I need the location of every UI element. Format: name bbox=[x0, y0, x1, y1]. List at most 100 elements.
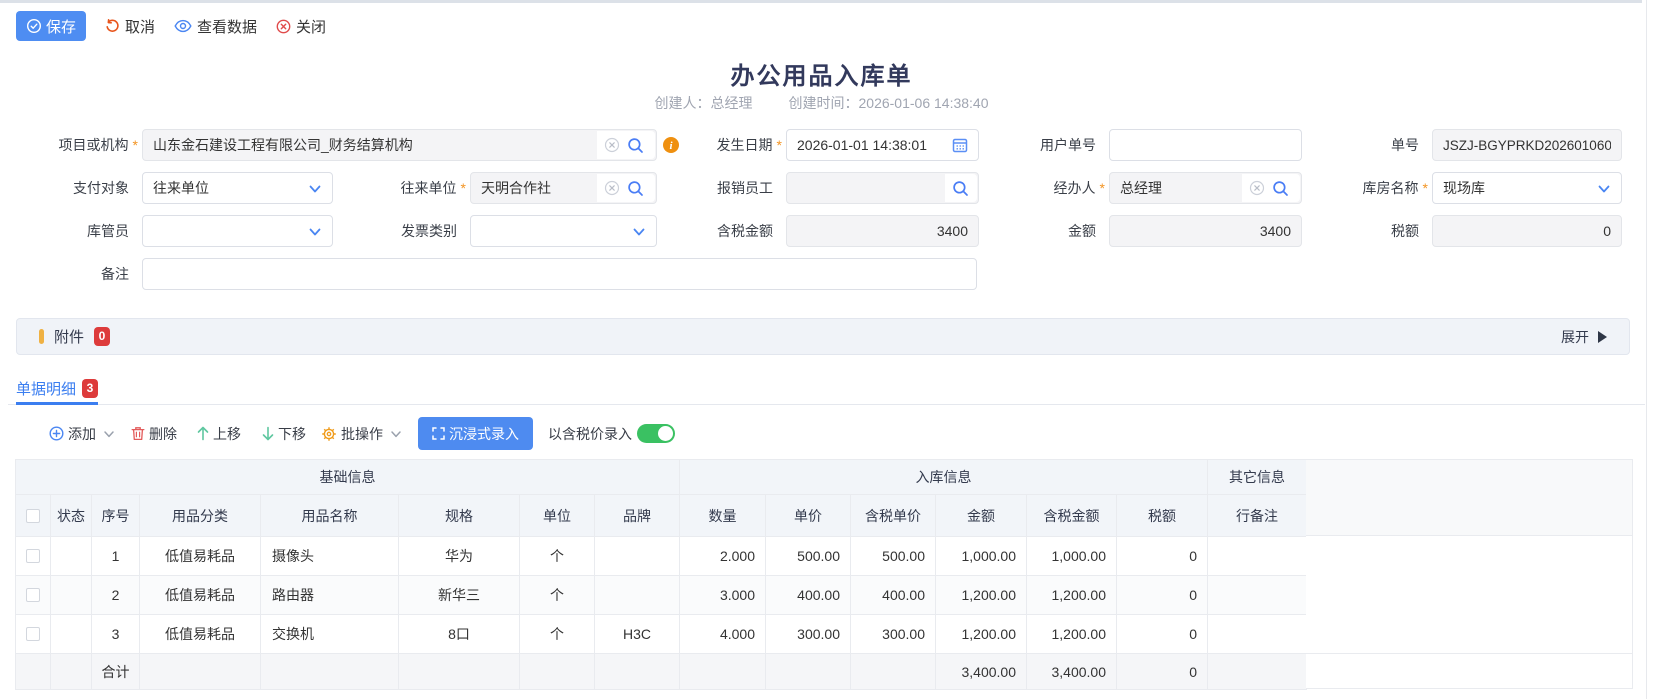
invoice-type-field: 发票类别 bbox=[470, 215, 657, 247]
col-brand: 品牌 bbox=[595, 495, 680, 537]
input-suffix bbox=[945, 174, 977, 202]
save-button[interactable]: 保存 bbox=[16, 11, 86, 41]
reimburser-input[interactable] bbox=[786, 172, 979, 204]
clear-icon[interactable] bbox=[1249, 180, 1265, 196]
cell-price: 400.00 bbox=[766, 576, 851, 615]
tab-detail[interactable]: 单据明细 3 bbox=[16, 375, 98, 405]
grid-toolbar: 添加 删除 上移 下移 批操作 bbox=[0, 417, 1640, 450]
invoice-type-label: 发票类别 bbox=[401, 215, 466, 247]
group-other-info: 其它信息 bbox=[1208, 460, 1307, 495]
occur-date-input[interactable]: 2026-01-01 14:38:01 bbox=[786, 129, 979, 161]
keeper-label: 库管员 bbox=[87, 215, 138, 247]
cell-status bbox=[51, 615, 92, 654]
tax-input: 0 bbox=[1432, 215, 1622, 247]
cell-tax: 0 bbox=[1117, 615, 1208, 654]
view-data-button[interactable]: 查看数据 bbox=[174, 16, 257, 37]
move-down-button-label: 下移 bbox=[278, 424, 306, 444]
table-header-filler bbox=[1306, 459, 1633, 536]
batch-operation-button-label: 批操作 bbox=[341, 424, 383, 444]
clear-icon[interactable] bbox=[604, 137, 620, 153]
move-down-button[interactable]: 下移 bbox=[262, 424, 306, 444]
col-status: 状态 bbox=[51, 495, 92, 537]
counterparty-input[interactable]: 天明合作社 bbox=[470, 172, 657, 204]
warehouse-field: 库房名称* 现场库 bbox=[1432, 172, 1622, 204]
required-star: * bbox=[461, 180, 466, 196]
cell-status bbox=[51, 576, 92, 615]
col-tax-amount: 含税金额 bbox=[1027, 495, 1117, 537]
close-button[interactable]: 关闭 bbox=[276, 16, 326, 37]
cell-qty: 2.000 bbox=[680, 537, 766, 576]
attachment-bar[interactable]: 附件 0 展开 bbox=[16, 318, 1630, 355]
creator-text: 创建人：总经理 bbox=[655, 95, 753, 111]
move-up-button[interactable]: 上移 bbox=[197, 424, 241, 444]
table-row[interactable]: 1 低值易耗品 摄像头 华为 个 2.000 500.00 500.00 1,0… bbox=[16, 537, 1307, 576]
remark-input[interactable] bbox=[142, 258, 977, 290]
col-seq: 序号 bbox=[92, 495, 140, 537]
project-label: 项目或机构* bbox=[59, 129, 138, 161]
user-order-no-label: 用户单号 bbox=[1040, 129, 1105, 161]
cell-tax-amount: 1,200.00 bbox=[1027, 615, 1117, 654]
cell-unit: 个 bbox=[520, 537, 595, 576]
remark-label: 备注 bbox=[101, 258, 138, 290]
row-checkbox[interactable] bbox=[26, 627, 40, 641]
warehouse-label: 库房名称* bbox=[1363, 172, 1428, 204]
created-time-text: 创建时间：2026-01-06 14:38:40 bbox=[789, 95, 989, 111]
cell-tax-price: 500.00 bbox=[851, 537, 936, 576]
search-icon[interactable] bbox=[1272, 180, 1289, 197]
chevron-down-icon bbox=[103, 428, 115, 440]
operator-input[interactable]: 总经理 bbox=[1109, 172, 1302, 204]
required-star: * bbox=[1423, 180, 1428, 196]
search-icon[interactable] bbox=[952, 180, 969, 197]
cell-tax: 0 bbox=[1117, 576, 1208, 615]
add-button-label: 添加 bbox=[68, 424, 96, 444]
pay-target-label: 支付对象 bbox=[73, 172, 138, 204]
reimburser-field: 报销员工 bbox=[786, 172, 979, 204]
col-row-remark: 行备注 bbox=[1208, 495, 1307, 537]
immersive-entry-button[interactable]: 沉浸式录入 bbox=[418, 417, 533, 450]
row-checkbox[interactable] bbox=[26, 588, 40, 602]
tax-price-toggle[interactable] bbox=[637, 424, 675, 443]
cell-seq: 2 bbox=[92, 576, 140, 615]
table-row[interactable]: 2 低值易耗品 路由器 新华三 个 3.000 400.00 400.00 1,… bbox=[16, 576, 1307, 615]
calendar-icon[interactable] bbox=[945, 131, 977, 159]
plus-circle-icon bbox=[49, 426, 64, 441]
warehouse-select[interactable]: 现场库 bbox=[1432, 172, 1622, 204]
footer-label: 合计 bbox=[92, 654, 140, 690]
row-checkbox[interactable] bbox=[26, 549, 40, 563]
keeper-select[interactable] bbox=[142, 215, 333, 247]
search-icon[interactable] bbox=[627, 180, 644, 197]
tab-detail-label: 单据明细 bbox=[16, 378, 76, 399]
batch-operation-button[interactable]: 批操作 bbox=[321, 424, 402, 444]
invoice-type-select[interactable] bbox=[470, 215, 657, 247]
add-button[interactable]: 添加 bbox=[49, 424, 115, 444]
occur-date-field: 发生日期* 2026-01-01 14:38:01 bbox=[786, 129, 979, 161]
amount-field: 金额 3400 bbox=[1109, 215, 1302, 247]
col-unit: 单位 bbox=[520, 495, 595, 537]
tax-incl-amount-label: 含税金额 bbox=[717, 215, 782, 247]
info-icon[interactable]: i bbox=[663, 137, 679, 153]
search-icon[interactable] bbox=[627, 137, 644, 154]
cell-unit: 个 bbox=[520, 576, 595, 615]
immersive-entry-button-label: 沉浸式录入 bbox=[449, 424, 519, 444]
cell-category: 低值易耗品 bbox=[140, 615, 261, 654]
tax-price-toggle-label: 以含税价录入 bbox=[548, 424, 632, 444]
chevron-down-icon bbox=[1597, 182, 1611, 196]
scrollbar-gutter bbox=[1646, 0, 1647, 699]
cancel-button-label: 取消 bbox=[125, 16, 155, 37]
gear-icon bbox=[321, 426, 337, 442]
attachment-expand-button[interactable]: 展开 bbox=[1561, 327, 1607, 347]
cell-seq: 3 bbox=[92, 615, 140, 654]
cell-name: 摄像头 bbox=[261, 537, 399, 576]
delete-button-label: 删除 bbox=[149, 424, 177, 444]
project-input[interactable]: 山东金石建设工程有限公司_财务结算机构 bbox=[142, 129, 657, 161]
cancel-button[interactable]: 取消 bbox=[105, 16, 155, 37]
select-all-checkbox[interactable] bbox=[26, 509, 40, 523]
delete-button[interactable]: 删除 bbox=[131, 424, 177, 444]
user-order-no-input[interactable] bbox=[1109, 129, 1302, 161]
cell-tax-price: 400.00 bbox=[851, 576, 936, 615]
table-row[interactable]: 3 低值易耗品 交换机 8口 个 H3C 4.000 300.00 300.00… bbox=[16, 615, 1307, 654]
pay-target-select[interactable]: 往来单位 bbox=[142, 172, 333, 204]
col-tax-price: 含税单价 bbox=[851, 495, 936, 537]
cell-price: 500.00 bbox=[766, 537, 851, 576]
clear-icon[interactable] bbox=[604, 180, 620, 196]
